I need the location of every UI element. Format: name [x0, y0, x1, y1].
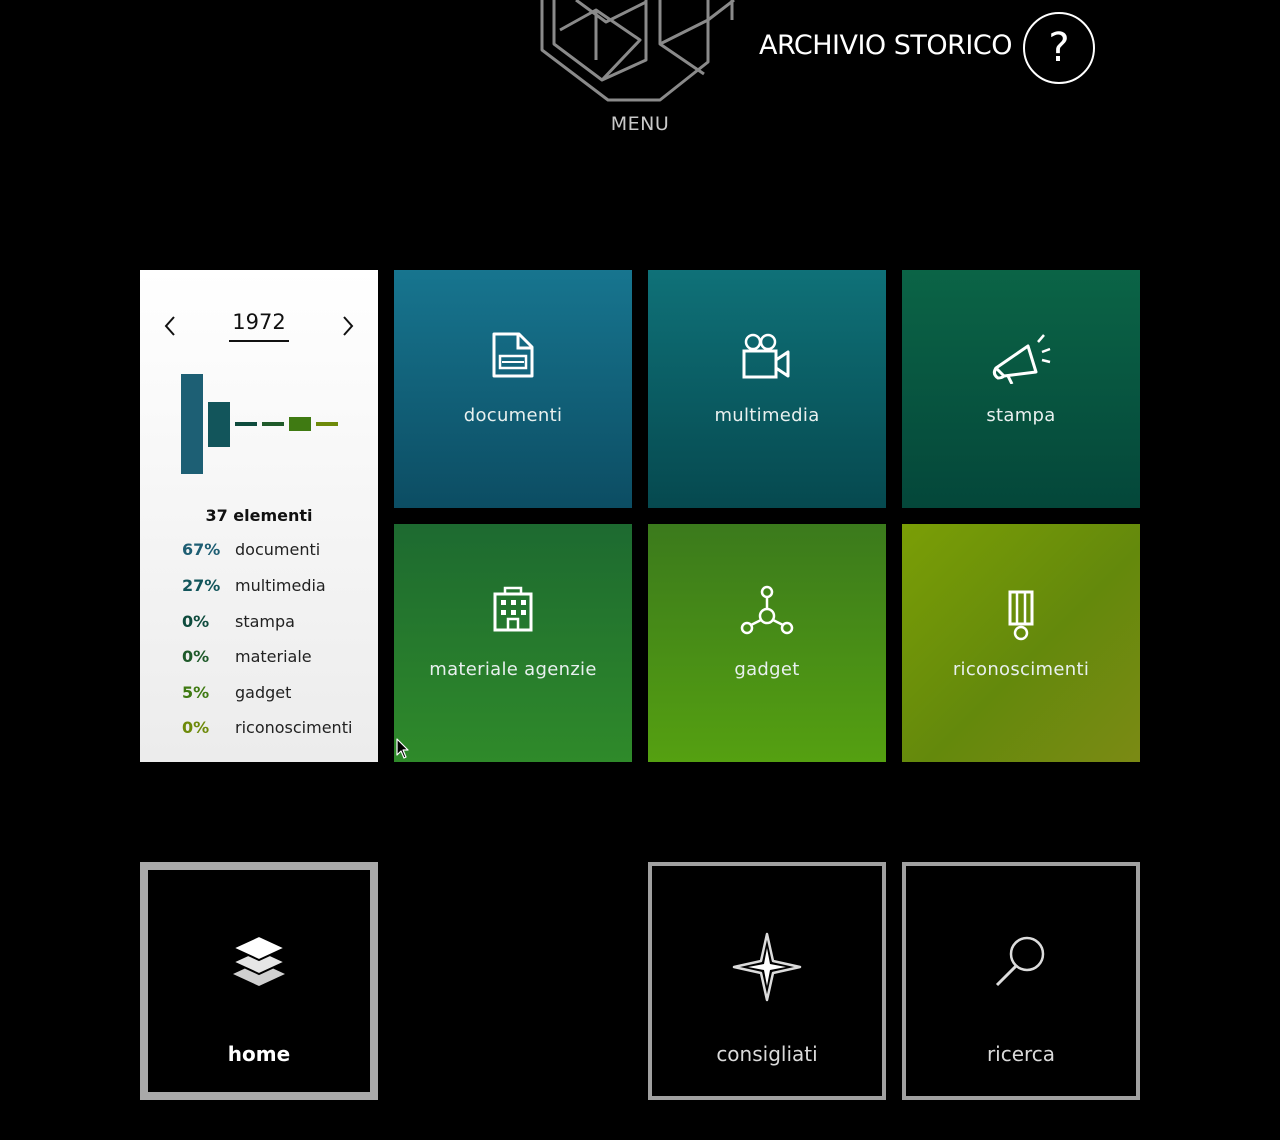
category-tile-gadget[interactable]: gadget: [648, 524, 886, 762]
category-label: multimedia: [714, 405, 820, 426]
medal-ribbon-icon: [902, 590, 1140, 642]
stat-category: materiale: [235, 647, 312, 666]
stat-percent: 0%: [182, 612, 210, 631]
stat-percent: 27%: [182, 576, 221, 595]
megaphone-icon: [902, 332, 1140, 385]
previous-year-icon[interactable]: [160, 312, 180, 340]
category-tile-riconoscimenti[interactable]: riconoscimenti: [902, 524, 1140, 762]
stat-percent: 0%: [182, 647, 210, 666]
category-distribution-chart: [181, 374, 338, 474]
stat-percent: 0%: [182, 718, 210, 737]
building-icon: [394, 586, 632, 638]
consigliati-button[interactable]: consigliati: [648, 862, 886, 1100]
ricerca-button[interactable]: ricerca: [902, 862, 1140, 1100]
compass-star-icon: [652, 932, 882, 1006]
menu-logo-icon[interactable]: [536, 0, 744, 108]
category-tile-documenti[interactable]: documenti: [394, 270, 632, 508]
home-label: home: [227, 1042, 291, 1066]
layers-icon: [148, 932, 370, 1006]
stat-category: multimedia: [235, 576, 326, 595]
ricerca-label: ricerca: [986, 1042, 1056, 1066]
stat-percent: 5%: [182, 683, 210, 702]
mouse-cursor-icon: [396, 738, 410, 760]
category-label: stampa: [986, 405, 1056, 426]
stat-percent: 67%: [182, 540, 221, 559]
home-button[interactable]: home: [140, 862, 378, 1100]
year-label: 1972: [229, 310, 289, 342]
bar-gadget: [289, 417, 311, 431]
stat-category: riconoscimenti: [235, 718, 353, 737]
help-button[interactable]: ?: [1023, 12, 1095, 84]
category-tile-multimedia[interactable]: multimedia: [648, 270, 886, 508]
category-tile-stampa[interactable]: stampa: [902, 270, 1140, 508]
menu-label[interactable]: MENU: [590, 113, 690, 135]
network-nodes-icon: [648, 584, 886, 636]
elements-count: 37 elementi: [205, 506, 313, 525]
bar-documenti: [181, 374, 203, 474]
video-camera-icon: [648, 332, 886, 384]
category-label: documenti: [463, 405, 563, 426]
next-year-icon[interactable]: [338, 312, 358, 340]
bar-stampa: [235, 422, 257, 426]
category-label: gadget: [734, 659, 800, 680]
document-icon: [394, 332, 632, 384]
bar-materiale: [262, 422, 284, 426]
stat-category: stampa: [235, 612, 295, 631]
category-label: materiale agenzie: [429, 659, 597, 680]
stat-category: documenti: [235, 540, 321, 559]
category-tile-materiale-agenzie[interactable]: materiale agenzie: [394, 524, 632, 762]
bar-multimedia: [208, 402, 230, 447]
search-icon: [906, 932, 1136, 1006]
consigliati-label: consigliati: [716, 1042, 818, 1066]
app-title: ARCHIVIO STORICO: [759, 30, 1012, 61]
category-label: riconoscimenti: [952, 659, 1090, 680]
stat-category: gadget: [235, 683, 292, 702]
bar-riconoscimenti: [316, 422, 338, 426]
year-stats-panel: 1972 37 elementi 67% documenti 27% multi…: [140, 270, 378, 762]
